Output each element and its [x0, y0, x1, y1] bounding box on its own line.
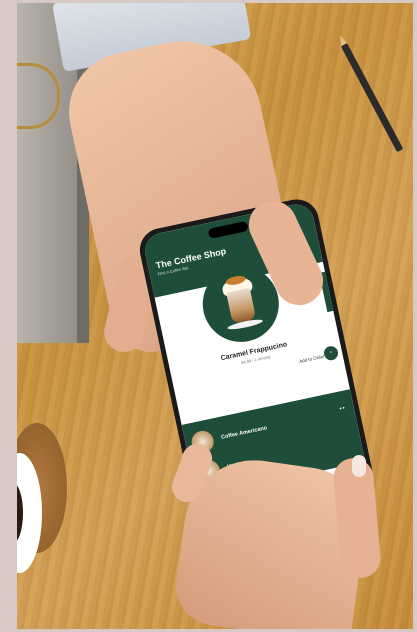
frappuccino-image — [219, 273, 264, 332]
glass — [226, 287, 257, 325]
add-cart-icon[interactable]: ▫ — [322, 344, 340, 362]
photo-frame: The Coffee Shop Find a Coffee Bar Carame… — [17, 3, 413, 629]
item-name: Coffee Americano — [220, 425, 268, 441]
add-to-order-button[interactable]: Add to Order — [299, 354, 325, 364]
more-icon[interactable]: •• — [339, 405, 346, 412]
thumbnail-nail — [352, 455, 366, 477]
